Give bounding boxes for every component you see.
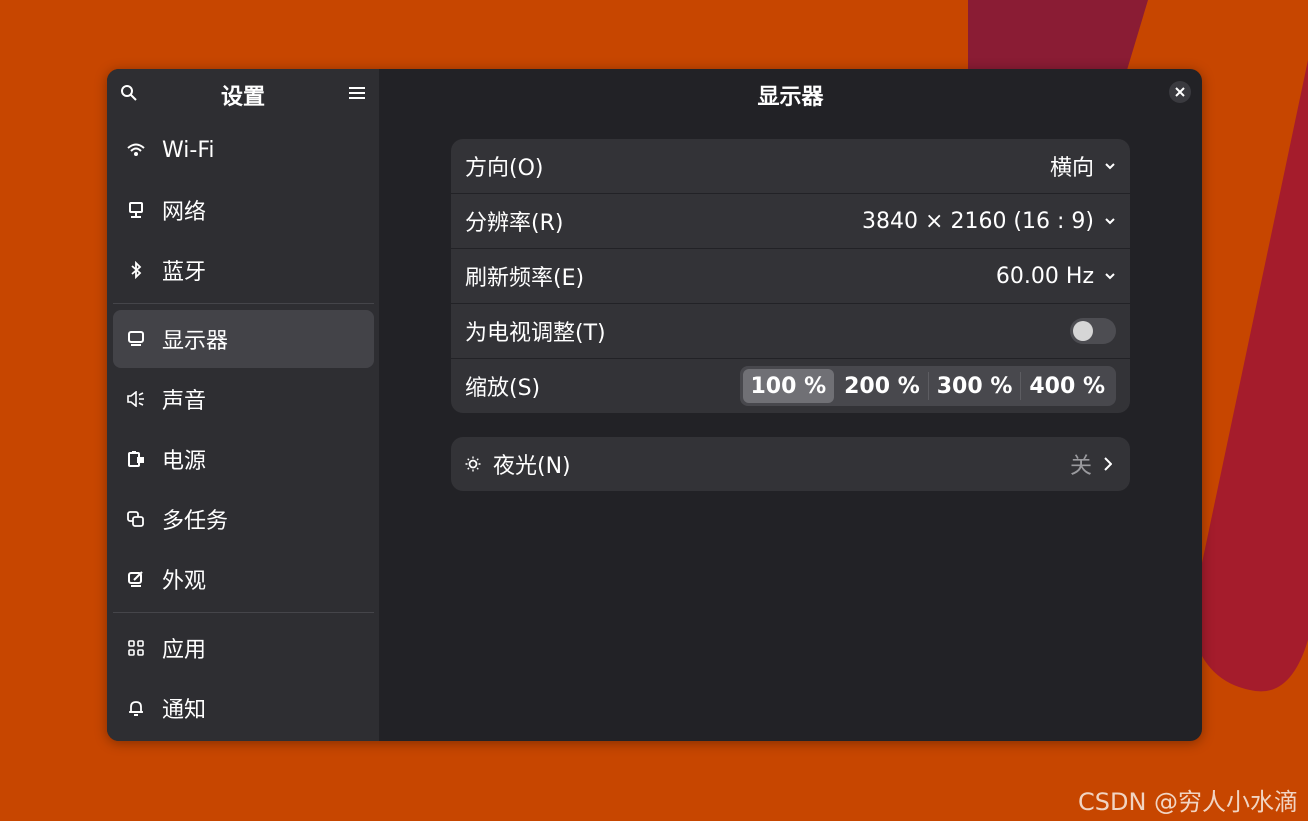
- bluetooth-icon: [126, 260, 146, 280]
- sidebar-item-label: 显示器: [162, 329, 229, 354]
- sidebar-item-label: 应用: [162, 638, 207, 663]
- wifi-icon: [126, 140, 146, 160]
- night-light-row[interactable]: 夜光(N) 关: [451, 437, 1130, 491]
- sidebar-item-display[interactable]: 显示器: [113, 310, 374, 368]
- sidebar-item-label: 多任务: [162, 509, 229, 534]
- sidebar-item-multitasking[interactable]: 多任务: [113, 490, 374, 548]
- menu-icon: [349, 87, 365, 99]
- night-light-group: 夜光(N) 关: [451, 437, 1130, 491]
- chevron-down-icon: [1105, 273, 1115, 280]
- network-icon: [126, 200, 146, 220]
- sidebar-item-network[interactable]: 网络: [113, 181, 374, 239]
- sidebar-title: 设置: [220, 85, 265, 110]
- sidebar-item-notifications[interactable]: 通知: [113, 679, 374, 737]
- close-button[interactable]: [1169, 81, 1191, 103]
- sidebar-item-wifi[interactable]: Wi-Fi: [113, 121, 374, 179]
- sidebar-separator: [113, 612, 374, 613]
- resolution-label: 分辨率(R): [465, 211, 564, 236]
- resolution-value: 3840 × 2160 (16 : 9): [862, 208, 1094, 234]
- sidebar-item-bluetooth[interactable]: 蓝牙: [113, 241, 374, 299]
- chevron-down-icon: [1105, 218, 1115, 225]
- appearance-icon: [126, 569, 146, 589]
- scale-label: 缩放(S): [465, 376, 541, 401]
- sidebar-separator: [113, 303, 374, 304]
- display-settings-group: 方向(O) 横向 分辨率(R) 3840 × 2160 (16 : 9) 刷新频…: [451, 139, 1130, 413]
- multitasking-icon: [126, 509, 146, 529]
- sidebar-item-appearance[interactable]: 外观: [113, 550, 374, 608]
- sound-icon: [126, 389, 146, 409]
- sidebar-item-apps[interactable]: 应用: [113, 619, 374, 677]
- sidebar-item-label: 蓝牙: [162, 260, 207, 285]
- orientation-label: 方向(O): [465, 156, 544, 181]
- sidebar-item-label: 通知: [162, 698, 207, 723]
- sun-icon: [465, 456, 481, 472]
- power-icon: [126, 449, 146, 469]
- sidebar-item-label: 网络: [162, 200, 207, 225]
- chevron-right-icon: [1104, 457, 1112, 471]
- tv-adjust-label: 为电视调整(T): [465, 321, 606, 346]
- scale-row: 缩放(S) 100 % 200 % 300 % 400 %: [451, 359, 1130, 413]
- sidebar-item-label: Wi-Fi: [162, 137, 215, 163]
- orientation-value: 横向: [1049, 156, 1094, 181]
- settings-window: 设置 Wi-Fi 网络 蓝牙 显示器 声音 电源 多任务 外观 应用 通知 显示…: [107, 69, 1202, 741]
- sidebar-item-label: 声音: [162, 389, 207, 414]
- sidebar-header: 设置: [107, 69, 379, 119]
- sidebar-item-label: 电源: [162, 449, 207, 474]
- resolution-row[interactable]: 分辨率(R) 3840 × 2160 (16 : 9): [451, 194, 1130, 249]
- sidebar-item-sound[interactable]: 声音: [113, 370, 374, 428]
- tv-adjust-row: 为电视调整(T): [451, 304, 1130, 359]
- menu-button[interactable]: [345, 81, 369, 105]
- resolution-dropdown[interactable]: 3840 × 2160 (16 : 9): [862, 209, 1116, 234]
- watermark: CSDN @穷人小水滴: [1078, 788, 1299, 816]
- scale-option-300[interactable]: 300 %: [929, 369, 1021, 403]
- scale-option-400[interactable]: 400 %: [1021, 369, 1113, 403]
- scale-option-200[interactable]: 200 %: [836, 369, 928, 403]
- chevron-down-icon: [1105, 163, 1115, 170]
- tv-adjust-toggle[interactable]: [1070, 318, 1116, 344]
- bell-icon: [126, 698, 146, 718]
- refresh-rate-label: 刷新频率(E): [465, 266, 585, 291]
- night-light-value: 关: [1069, 454, 1092, 479]
- orientation-dropdown[interactable]: 横向: [1050, 150, 1116, 182]
- refresh-rate-dropdown[interactable]: 60.00 Hz: [996, 264, 1116, 289]
- sidebar: 设置 Wi-Fi 网络 蓝牙 显示器 声音 电源 多任务 外观 应用 通知: [107, 69, 379, 741]
- night-light-label: 夜光(N): [493, 454, 571, 479]
- toggle-knob: [1073, 321, 1093, 341]
- scale-option-100[interactable]: 100 %: [742, 369, 835, 403]
- sidebar-item-label: 外观: [162, 569, 207, 594]
- scale-selector: 100 % 200 % 300 % 400 %: [739, 366, 1116, 406]
- sidebar-nav: Wi-Fi 网络 蓝牙 显示器 声音 电源 多任务 外观 应用 通知: [113, 121, 374, 739]
- refresh-rate-row[interactable]: 刷新频率(E) 60.00 Hz: [451, 249, 1130, 304]
- display-icon: [126, 329, 146, 349]
- sidebar-item-power[interactable]: 电源: [113, 430, 374, 488]
- apps-icon: [126, 638, 146, 658]
- close-icon: [1175, 87, 1185, 97]
- main-panel: 显示器 方向(O) 横向 分辨率(R) 3840 × 2160 (16 : 9): [379, 69, 1202, 741]
- page-title: 显示器: [757, 85, 824, 110]
- orientation-row[interactable]: 方向(O) 横向: [451, 139, 1130, 194]
- refresh-rate-value: 60.00 Hz: [995, 263, 1094, 289]
